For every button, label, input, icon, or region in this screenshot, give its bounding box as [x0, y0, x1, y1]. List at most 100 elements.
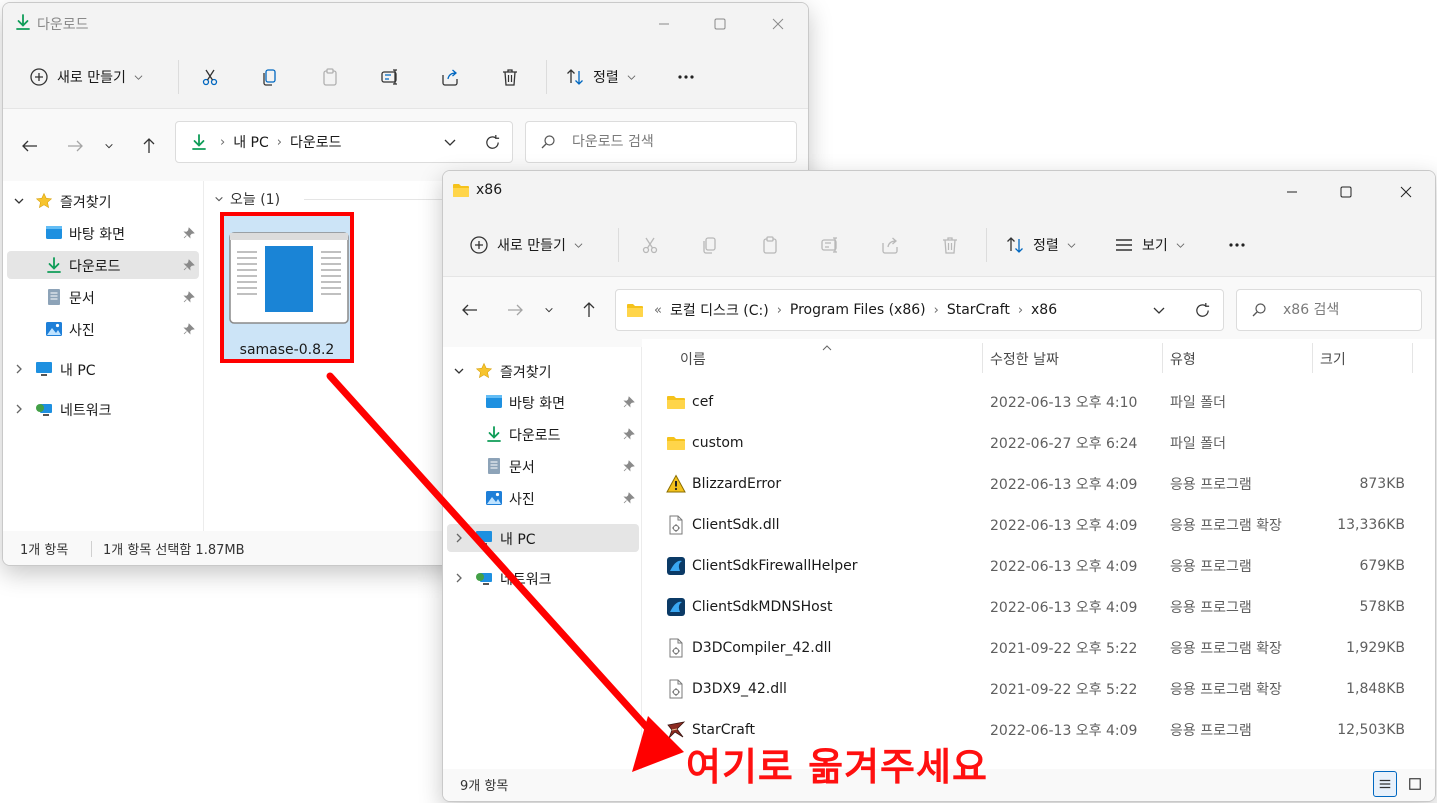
- nav-this-pc[interactable]: 내 PC: [447, 524, 639, 552]
- paste-button[interactable]: [751, 228, 789, 262]
- group-header[interactable]: 오늘 (1): [214, 189, 280, 209]
- nav-item-downloads[interactable]: 다운로드: [7, 251, 199, 279]
- breadcrumb-starcraft[interactable]: StarCraft: [947, 302, 1010, 318]
- table-row[interactable]: BlizzardError 2022-06-13 오후 4:09 응용 프로그램…: [642, 463, 1435, 504]
- up-button[interactable]: [134, 131, 164, 161]
- nav-item-documents[interactable]: 문서: [447, 452, 639, 480]
- pin-icon: [623, 428, 635, 440]
- refresh-button[interactable]: [1192, 300, 1212, 320]
- rename-button[interactable]: [371, 60, 409, 94]
- sort-button[interactable]: 정렬: [557, 60, 644, 94]
- column-divider[interactable]: [982, 343, 983, 373]
- delete-button[interactable]: [491, 60, 529, 94]
- minimize-button[interactable]: [1269, 171, 1315, 213]
- column-header-name[interactable]: 이름: [680, 339, 980, 379]
- refresh-button[interactable]: [482, 132, 502, 152]
- nav-network[interactable]: 네트워크: [447, 564, 639, 592]
- minimize-button[interactable]: [641, 3, 687, 45]
- paste-button[interactable]: [311, 60, 349, 94]
- title-bar[interactable]: x86: [443, 171, 1435, 213]
- breadcrumb-x86[interactable]: x86: [1031, 302, 1057, 318]
- column-divider[interactable]: [1162, 343, 1163, 373]
- sort-button[interactable]: 정렬: [997, 228, 1084, 262]
- table-row[interactable]: ClientSdkMDNSHost 2022-06-13 오후 4:09 응용 …: [642, 586, 1435, 627]
- copy-button[interactable]: [251, 60, 289, 94]
- address-dropdown-button[interactable]: [1149, 300, 1169, 320]
- nav-label: 바탕 화면: [509, 396, 565, 412]
- copy-button[interactable]: [691, 228, 729, 262]
- back-button[interactable]: [455, 295, 485, 325]
- table-row[interactable]: ClientSdk.dll 2022-06-13 오후 4:09 응용 프로그램…: [642, 504, 1435, 545]
- more-button[interactable]: [667, 60, 705, 94]
- more-icon: [678, 75, 694, 79]
- share-button[interactable]: [431, 60, 469, 94]
- address-bar[interactable]: « 로컬 디스크 (C:) › Program Files (x86) › St…: [615, 289, 1224, 331]
- column-header-size[interactable]: 크기: [1320, 339, 1410, 379]
- address-bar[interactable]: › 내 PC › 다운로드: [175, 121, 513, 163]
- nav-quick-access[interactable]: 즐겨찾기: [7, 187, 199, 215]
- chevron-down-icon: [1067, 242, 1076, 248]
- file-size: 873KB: [1359, 475, 1405, 492]
- cut-button[interactable]: [631, 228, 669, 262]
- title-bar[interactable]: 다운로드: [3, 3, 808, 45]
- forward-button[interactable]: [60, 131, 90, 161]
- view-list-icon: [1116, 239, 1132, 251]
- folder-icon: [453, 184, 469, 197]
- search-input[interactable]: [1283, 302, 1421, 318]
- cut-button[interactable]: [191, 60, 229, 94]
- breadcrumb-overflow[interactable]: «: [654, 303, 662, 318]
- new-button[interactable]: 새로 만들기: [461, 228, 591, 262]
- maximize-button[interactable]: [1323, 171, 1369, 213]
- tiles-view-button[interactable]: [1403, 771, 1427, 797]
- table-row[interactable]: D3DCompiler_42.dll 2021-09-22 오후 5:22 응용…: [642, 627, 1435, 668]
- file-name-cell: D3DX9_42.dll: [666, 668, 787, 709]
- search-input[interactable]: [572, 134, 796, 150]
- column-header-modified[interactable]: 수정한 날짜: [990, 339, 1160, 379]
- search-box[interactable]: [1236, 289, 1422, 331]
- column-header-type[interactable]: 유형: [1170, 339, 1310, 379]
- breadcrumb-downloads[interactable]: 다운로드: [290, 132, 342, 152]
- nav-network[interactable]: 네트워크: [7, 395, 199, 423]
- table-row[interactable]: ClientSdkFirewallHelper 2022-06-13 오후 4:…: [642, 545, 1435, 586]
- nav-item-documents[interactable]: 문서: [7, 283, 199, 311]
- nav-label: 바탕 화면: [69, 227, 125, 243]
- breadcrumb-this-pc[interactable]: 내 PC: [233, 132, 269, 152]
- back-button[interactable]: [15, 131, 45, 161]
- file-name-cell: custom: [666, 422, 744, 463]
- nav-item-desktop[interactable]: 바탕 화면: [7, 219, 199, 247]
- details-view-button[interactable]: [1373, 771, 1397, 797]
- table-row[interactable]: custom 2022-06-27 오후 6:24 파일 폴더: [642, 422, 1435, 463]
- file-tile-samase[interactable]: samase-0.8.2: [220, 212, 354, 363]
- nav-this-pc[interactable]: 내 PC: [7, 355, 199, 383]
- nav-item-pictures[interactable]: 사진: [7, 315, 199, 343]
- close-button[interactable]: [1383, 171, 1429, 213]
- breadcrumb-local-disk[interactable]: 로컬 디스크 (C:): [670, 300, 769, 320]
- table-row[interactable]: cef 2022-06-13 오후 4:10 파일 폴더: [642, 381, 1435, 422]
- address-dropdown-button[interactable]: [440, 132, 460, 152]
- up-button[interactable]: [574, 295, 604, 325]
- nav-item-downloads[interactable]: 다운로드: [447, 420, 639, 448]
- toolbar-divider: [546, 60, 547, 94]
- search-box[interactable]: [525, 121, 797, 163]
- nav-item-pictures[interactable]: 사진: [447, 484, 639, 512]
- column-divider[interactable]: [1312, 343, 1313, 373]
- recent-locations-button[interactable]: [99, 131, 119, 161]
- new-button[interactable]: 새로 만들기: [21, 60, 151, 94]
- breadcrumb-program-files[interactable]: Program Files (x86): [790, 302, 926, 318]
- column-divider[interactable]: [1412, 343, 1413, 373]
- maximize-button[interactable]: [697, 3, 743, 45]
- nav-label: 즐겨찾기: [60, 195, 112, 211]
- nav-item-desktop[interactable]: 바탕 화면: [447, 388, 639, 416]
- nav-label: 내 PC: [500, 532, 536, 548]
- forward-button[interactable]: [500, 295, 530, 325]
- table-row[interactable]: D3DX9_42.dll 2021-09-22 오후 5:22 응용 프로그램 …: [642, 668, 1435, 709]
- more-button[interactable]: [1218, 228, 1256, 262]
- close-button[interactable]: [755, 3, 801, 45]
- delete-button[interactable]: [931, 228, 969, 262]
- recent-locations-button[interactable]: [539, 295, 559, 325]
- rename-button[interactable]: [811, 228, 849, 262]
- nav-quick-access[interactable]: 즐겨찾기: [447, 357, 639, 385]
- share-button[interactable]: [871, 228, 909, 262]
- x86-window: x86 새로 만들기 정렬 보기 « 로컬 디스크 (C:) › Program…: [442, 170, 1436, 802]
- view-button[interactable]: 보기: [1106, 228, 1193, 262]
